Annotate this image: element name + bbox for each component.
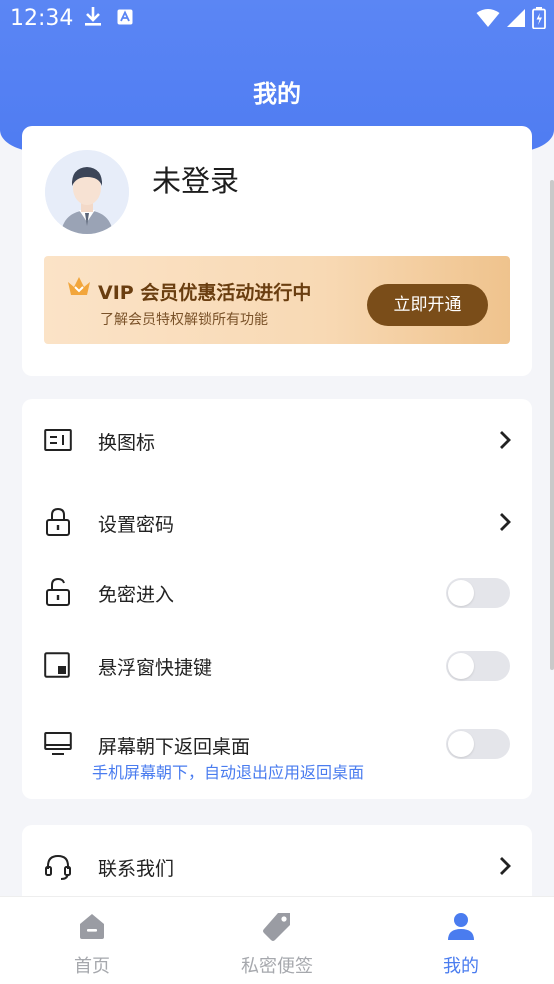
battery-icon xyxy=(532,7,546,33)
vip-subtitle: 了解会员特权解锁所有功能 xyxy=(100,312,268,328)
chevron-right-icon xyxy=(498,855,512,881)
lock-icon xyxy=(44,507,72,541)
vip-banner[interactable]: VIP 会员优惠活动进行中 了解会员特权解锁所有功能 立即开通 xyxy=(44,256,510,344)
home-icon xyxy=(77,911,107,945)
toggle-knob xyxy=(448,731,474,757)
settings-row-set-password[interactable]: 设置密码 xyxy=(22,493,532,553)
unlock-icon xyxy=(44,577,72,611)
nav-mine[interactable]: 我的 xyxy=(391,897,531,984)
page-title: 我的 xyxy=(253,80,301,108)
settings-row-label: 换图标 xyxy=(98,432,156,454)
bottom-nav: 首页 私密便签 我的 xyxy=(0,896,554,984)
settings-row-label: 屏幕朝下返回桌面 xyxy=(98,736,251,758)
toggle-knob xyxy=(448,580,474,606)
face-down-toggle[interactable] xyxy=(446,729,510,759)
password-free-toggle[interactable] xyxy=(446,578,510,608)
headset-icon xyxy=(44,853,72,885)
nav-label: 首页 xyxy=(74,956,110,977)
crown-icon xyxy=(66,274,92,302)
app-notification-icon xyxy=(117,9,133,29)
settings-row-face-down: 屏幕朝下返回桌面 手机屏幕朝下，自动退出应用返回桌面 xyxy=(22,715,532,789)
tag-icon xyxy=(261,911,293,947)
settings-row-label: 免密进入 xyxy=(98,584,175,606)
settings-row-label: 设置密码 xyxy=(98,514,175,536)
status-time: 12:34 xyxy=(10,6,74,31)
profile-card: 未登录 VIP 会员优惠活动进行中 了解会员特权解锁所有功能 立即开通 xyxy=(22,126,532,376)
settings-row-subtitle: 手机屏幕朝下，自动退出应用返回桌面 xyxy=(92,763,365,782)
chevron-right-icon xyxy=(498,511,512,537)
settings-row-label: 悬浮窗快捷键 xyxy=(98,657,213,679)
wifi-icon xyxy=(476,8,500,32)
user-icon xyxy=(446,911,476,945)
default-avatar-icon xyxy=(45,150,129,234)
settings-row-password-free: 免密进入 xyxy=(22,563,532,623)
nav-private-notes[interactable]: 私密便签 xyxy=(207,897,347,984)
settings-row-floating-shortcut: 悬浮窗快捷键 xyxy=(22,636,532,696)
nav-label: 我的 xyxy=(443,956,479,977)
floating-shortcut-toggle[interactable] xyxy=(446,651,510,681)
open-vip-button[interactable]: 立即开通 xyxy=(367,284,488,326)
status-bar: 12:34 xyxy=(0,0,554,38)
monitor-icon xyxy=(44,731,72,761)
avatar[interactable] xyxy=(45,150,129,234)
login-status[interactable]: 未登录 xyxy=(152,158,239,200)
floating-window-icon xyxy=(44,652,70,682)
scrollbar[interactable] xyxy=(550,180,554,670)
settings-card: 换图标 设置密码 免密进入 悬浮窗快捷键 屏幕朝下返回桌面 手机屏幕朝下，自动退… xyxy=(22,399,532,799)
nav-home[interactable]: 首页 xyxy=(22,897,162,984)
nav-label: 私密便签 xyxy=(241,956,313,977)
signal-icon xyxy=(506,8,526,32)
settings-row-label: 联系我们 xyxy=(98,858,175,880)
icon-change-icon xyxy=(44,428,72,456)
settings-row-contact[interactable]: 联系我们 xyxy=(22,837,532,897)
download-icon xyxy=(82,4,104,32)
app-page: 12:34 我的 未登录 VIP 会员优惠活动进行中 了解会员特权解锁所有功能 … xyxy=(0,0,554,984)
settings-row-change-icon[interactable]: 换图标 xyxy=(22,411,532,471)
status-right-icons xyxy=(476,7,546,33)
toggle-knob xyxy=(448,653,474,679)
vip-title: VIP 会员优惠活动进行中 xyxy=(98,282,312,304)
chevron-right-icon xyxy=(498,429,512,455)
